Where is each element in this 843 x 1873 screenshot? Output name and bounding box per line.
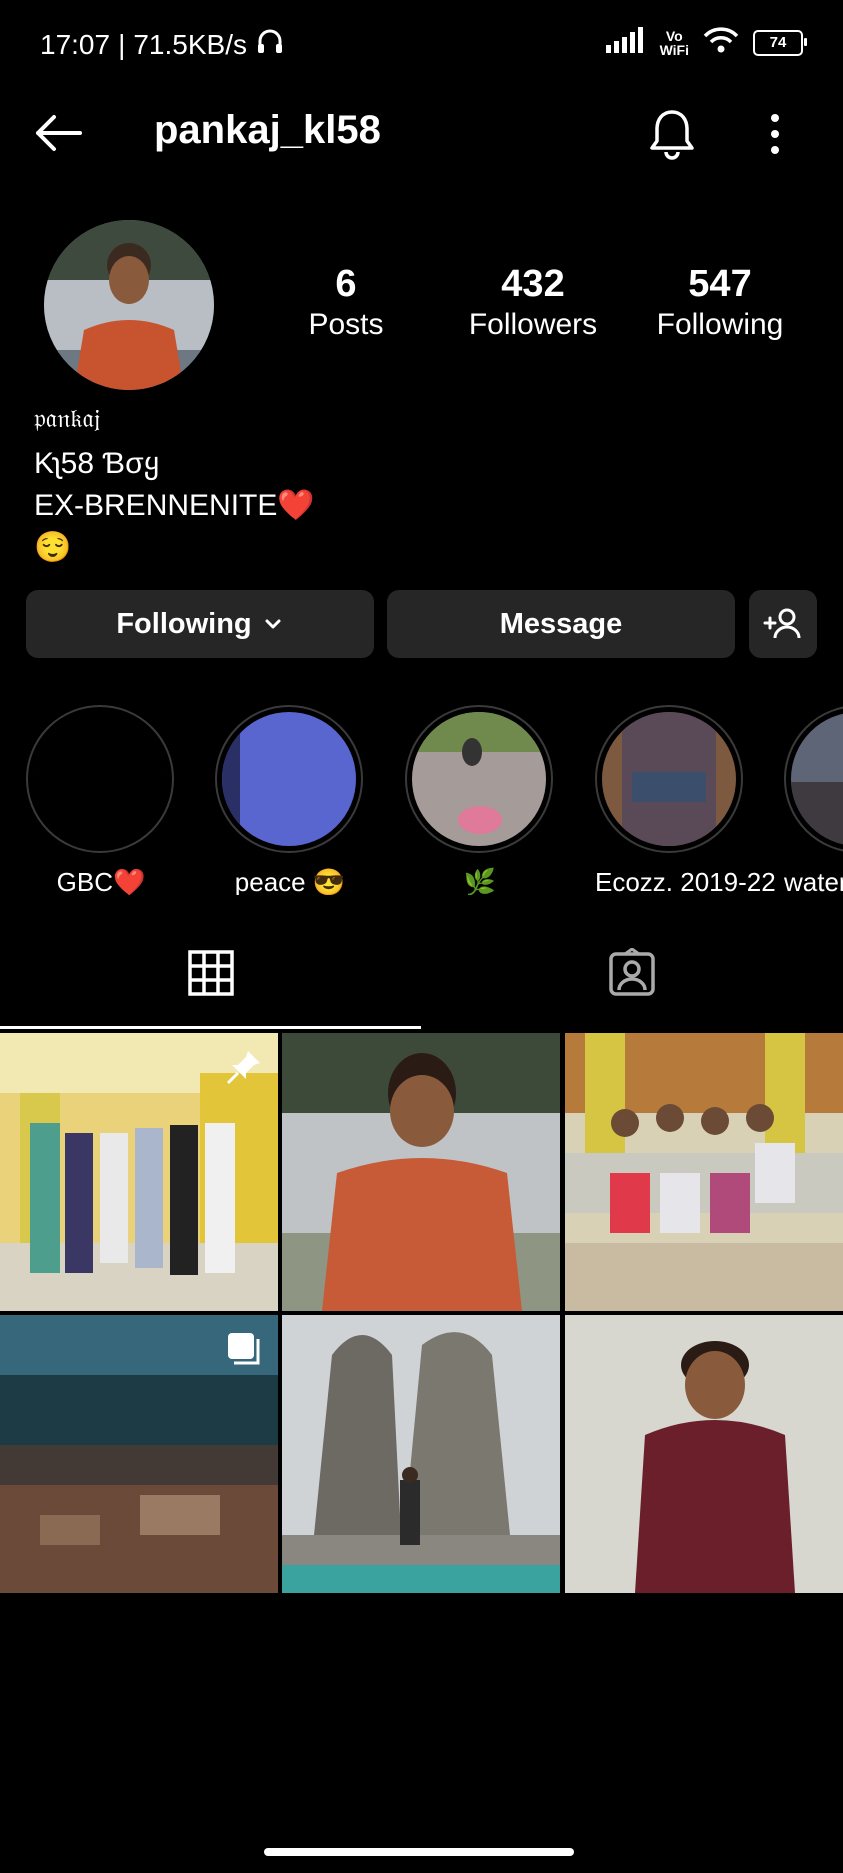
followers-label: Followers	[468, 308, 598, 341]
pin-icon	[226, 1051, 260, 1085]
status-bar: 17:07 | 71.5KB/s Vo WiFi 74	[0, 0, 843, 90]
username-title: pankaj_kl58	[154, 108, 381, 152]
bio-display-name: 𝔭𝔞𝔫𝔨𝔞𝔧	[34, 404, 101, 434]
post-thumbnail[interactable]	[0, 1033, 278, 1311]
signal-icon	[605, 27, 646, 58]
highlight-ring	[26, 705, 174, 853]
vowifi-indicator: Vo WiFi	[660, 29, 689, 57]
highlight-item[interactable]: GBC❤️	[26, 705, 176, 895]
status-right: Vo WiFi 74	[605, 26, 807, 59]
grid-icon	[187, 950, 234, 996]
following-button-label: Following	[116, 607, 252, 640]
highlight-ring	[405, 705, 553, 853]
highlight-label: 🌿	[463, 867, 497, 895]
profile-header: pankaj_kl58	[0, 90, 843, 178]
more-options-button[interactable]	[758, 104, 792, 164]
highlight-label: Ecozz. 2019-22	[595, 867, 776, 895]
profile-bio: 𝔭𝔞𝔫𝔨𝔞𝔧 Kʅ58 Ɓσყ EX-BRENNENITE❤️ 😌	[34, 404, 315, 569]
posts-label: Posts	[308, 308, 384, 341]
highlight-item[interactable]: water	[784, 705, 843, 895]
post-thumbnail[interactable]	[282, 1315, 560, 1593]
more-vertical-icon	[771, 114, 779, 154]
posts-count: 6	[335, 263, 357, 305]
post-thumbnail[interactable]	[0, 1315, 278, 1593]
status-time: 17:07	[40, 28, 111, 60]
highlight-cover	[602, 712, 736, 846]
highlight-ring	[595, 705, 743, 853]
status-speed: 71.5KB/s	[133, 28, 247, 60]
profile-stats: 6 Posts 432 Followers 547 Following	[0, 262, 843, 352]
profile-tabs	[0, 920, 843, 1030]
following-button[interactable]: Following	[26, 590, 374, 658]
following-stat[interactable]: 547 Following	[640, 262, 800, 344]
highlight-item[interactable]: Ecozz. 2019-22	[595, 705, 776, 895]
bio-line: 😌	[34, 531, 72, 564]
highlight-cover	[412, 712, 546, 846]
chevron-down-icon	[265, 619, 281, 629]
bell-icon	[650, 110, 694, 160]
battery-icon: 74	[753, 29, 807, 56]
tab-tagged[interactable]	[421, 920, 842, 1026]
wifi-icon	[703, 26, 739, 59]
active-tab-indicator	[0, 1026, 421, 1029]
status-divider: |	[118, 28, 126, 60]
tagged-user-icon	[608, 948, 655, 996]
back-button[interactable]	[30, 108, 88, 158]
message-button[interactable]: Message	[387, 590, 735, 658]
back-arrow-icon	[36, 115, 82, 151]
highlight-item[interactable]: peace 😎	[215, 705, 365, 895]
status-left: 17:07 | 71.5KB/s	[40, 26, 285, 63]
highlight-item[interactable]: 🌿	[405, 705, 555, 895]
notifications-button[interactable]	[644, 104, 700, 164]
add-user-icon	[763, 608, 801, 639]
following-count: 547	[688, 263, 752, 305]
following-label: Following	[656, 308, 784, 341]
tab-posts-grid[interactable]	[0, 920, 421, 1026]
home-indicator[interactable]	[264, 1848, 574, 1856]
highlight-label: GBC❤️	[56, 867, 146, 895]
followers-count: 432	[501, 263, 565, 305]
highlight-cover	[791, 712, 843, 846]
story-highlights: GBC❤️ peace 😎 🌿 Ecozz. 2019-22 water	[0, 705, 843, 895]
post-thumbnail[interactable]	[565, 1033, 843, 1311]
followers-stat[interactable]: 432 Followers	[453, 262, 613, 344]
highlight-cover	[33, 712, 167, 846]
headphones-icon	[255, 26, 285, 63]
suggested-users-button[interactable]	[749, 590, 817, 658]
post-thumbnail[interactable]	[565, 1315, 843, 1593]
post-thumbnail[interactable]	[282, 1033, 560, 1311]
highlight-label: peace 😎	[234, 867, 346, 895]
highlight-cover	[222, 712, 356, 846]
bio-line: EX-BRENNENITE❤️	[34, 489, 315, 522]
carousel-icon	[228, 1333, 260, 1365]
bio-line: Kʅ58 Ɓσყ	[34, 447, 160, 480]
posts-stat[interactable]: 6 Posts	[266, 262, 426, 344]
message-button-label: Message	[499, 607, 623, 640]
battery-level: 74	[769, 34, 787, 51]
highlight-ring	[215, 705, 363, 853]
highlight-ring	[784, 705, 843, 853]
highlight-label: water	[784, 867, 843, 895]
vowifi-bottom: WiFi	[659, 41, 689, 58]
